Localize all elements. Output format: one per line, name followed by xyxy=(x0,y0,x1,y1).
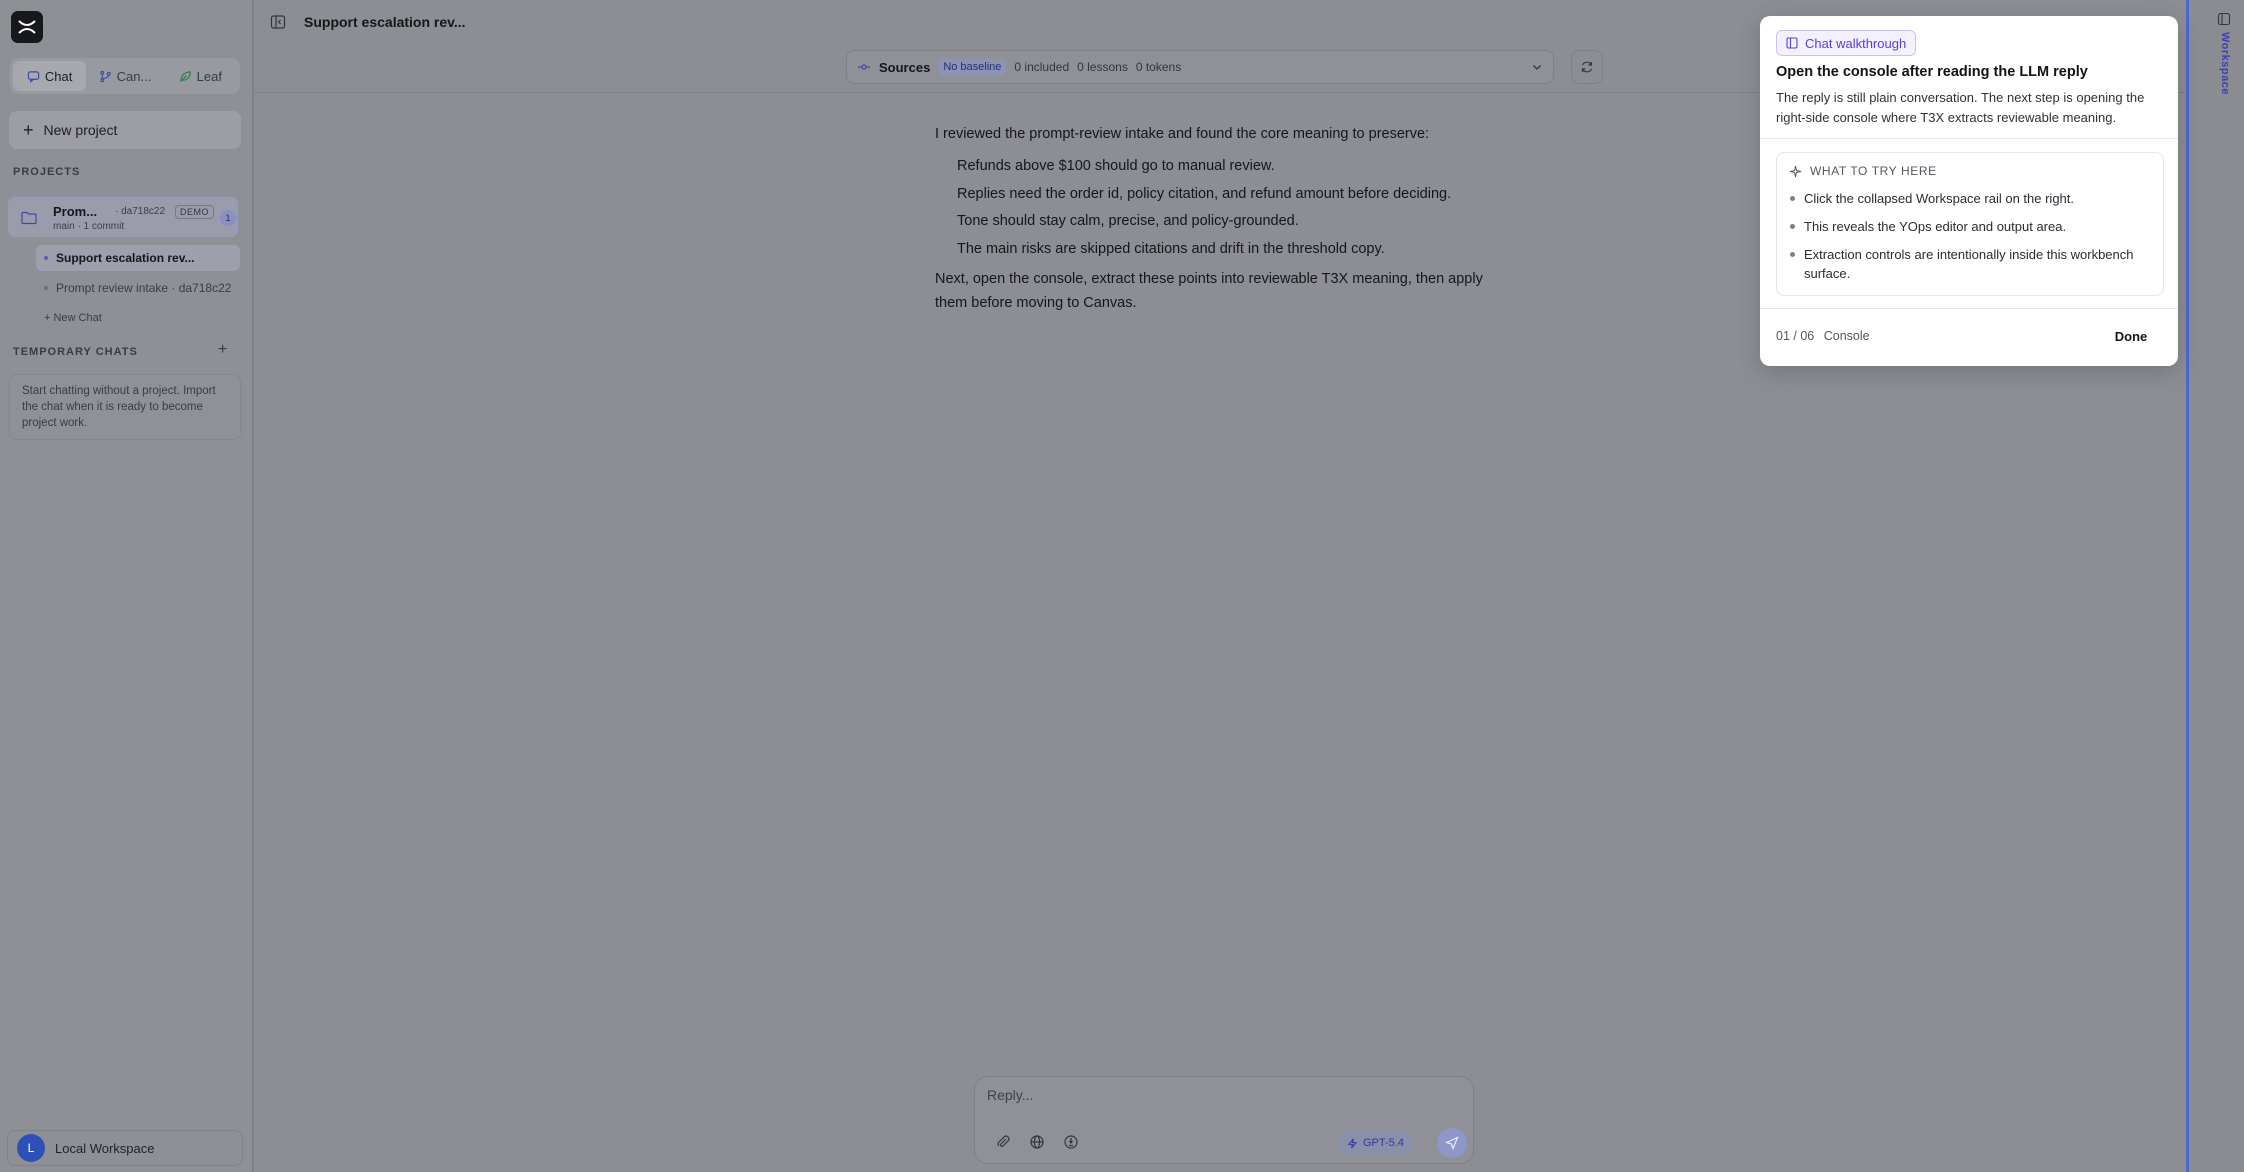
divider xyxy=(1760,308,2178,309)
tab-chat-label: Chat xyxy=(44,68,73,84)
workspace-rail-label: Workspace xyxy=(2219,32,2231,95)
bolt-icon xyxy=(1347,1138,1358,1148)
list-item: The main risks are skipped citations and… xyxy=(957,240,1385,257)
temporary-chats-heading: TEMPORARY CHATS xyxy=(13,346,138,358)
attach-button[interactable] xyxy=(989,1128,1017,1156)
try-here-heading-label: WHAT TO TRY HERE xyxy=(1810,164,1937,178)
paperclip-icon xyxy=(997,1135,1010,1148)
walkthrough-chip: Chat walkthrough xyxy=(1776,30,1917,56)
list-item: Tone should stay calm, precise, and poli… xyxy=(957,213,1299,229)
try-here-heading: WHAT TO TRY HERE xyxy=(1789,164,1937,178)
walkthrough-title: Open the console after reading the LLM r… xyxy=(1776,64,2088,80)
chat-bubble-icon xyxy=(27,70,40,83)
refresh-icon xyxy=(1581,61,1593,73)
folder-icon xyxy=(21,211,37,225)
composer: GPT-5.4 xyxy=(974,1076,1474,1164)
sidebar: Chat Can... Leaf + New project PROJECTS … xyxy=(0,0,254,1172)
tab-leaf[interactable]: Leaf xyxy=(164,61,237,91)
sources-bar[interactable]: Sources No baseline 0 included 0 lessons… xyxy=(846,50,1554,84)
project-branch-meta: main · 1 commit xyxy=(53,221,125,232)
temporary-chats-help: Start chatting without a project. Import… xyxy=(9,374,241,440)
assistant-message: I reviewed the prompt-review intake and … xyxy=(935,122,1495,323)
panel-right-icon[interactable] xyxy=(2217,12,2231,26)
project-count-badge: 1 xyxy=(220,210,236,226)
active-dot-icon xyxy=(44,256,48,260)
step-counter: 01 / 06 xyxy=(1776,329,1815,343)
reply-input[interactable] xyxy=(987,1087,1457,1103)
done-button[interactable]: Done xyxy=(2098,323,2164,349)
tab-canvas-label: Can... xyxy=(116,68,152,84)
new-chat-link[interactable]: + New Chat xyxy=(36,305,240,331)
divider xyxy=(1760,138,2178,139)
web-search-button[interactable] xyxy=(1023,1128,1051,1156)
refresh-sources-button[interactable] xyxy=(1571,50,1603,84)
new-project-label: New project xyxy=(43,122,118,138)
plus-icon: + xyxy=(23,120,34,140)
add-temporary-chat-button[interactable]: + xyxy=(218,341,227,359)
chat-item-support-escalation[interactable]: Support escalation rev... xyxy=(36,245,240,271)
baseline-badge: No baseline xyxy=(938,59,1007,75)
sources-lessons: 0 lessons xyxy=(1077,60,1128,74)
walkthrough-description: The reply is still plain conversation. T… xyxy=(1776,90,2145,125)
send-icon xyxy=(1445,1136,1459,1150)
avatar: L xyxy=(17,1134,45,1162)
tab-canvas[interactable]: Can... xyxy=(88,61,161,91)
message-outro: Next, open the console, extract these po… xyxy=(935,270,1483,311)
workspace-name: Local Workspace xyxy=(55,1140,155,1156)
project-hash: · da718c22 xyxy=(115,206,166,217)
send-button[interactable] xyxy=(1437,1128,1467,1158)
project-name: Prom... xyxy=(53,204,98,219)
tools-button[interactable] xyxy=(1057,1128,1085,1156)
chat-item-prompt-review[interactable]: Prompt review intake · da718c22 xyxy=(36,275,240,301)
list-item: Extraction controls are intentionally in… xyxy=(1789,245,2149,283)
model-name: GPT-5.4 xyxy=(1363,1137,1404,1149)
panel-left-icon xyxy=(270,15,286,29)
page-title: Support escalation rev... xyxy=(304,14,466,30)
mode-tabs: Chat Can... Leaf xyxy=(10,58,240,94)
tips-list: Click the collapsed Workspace rail on th… xyxy=(1789,189,2149,292)
sources-title: Sources xyxy=(879,59,931,75)
message-intro: I reviewed the prompt-review intake and … xyxy=(935,126,1430,142)
chevron-down-icon[interactable] xyxy=(1531,61,1543,73)
app-logo[interactable] xyxy=(11,11,43,43)
sparkle-icon xyxy=(1789,165,1802,177)
workspace-switcher[interactable]: L Local Workspace xyxy=(7,1130,243,1166)
projects-heading: PROJECTS xyxy=(13,166,81,178)
message-points: Refunds above $100 should go to manual r… xyxy=(957,154,1495,261)
walkthrough-step: 01 / 06 Console xyxy=(1776,329,1870,343)
list-item: Click the collapsed Workspace rail on th… xyxy=(1789,189,2149,208)
panel-icon xyxy=(1786,37,1798,49)
chat-item-label: Support escalation rev... xyxy=(56,251,195,265)
try-here-box: WHAT TO TRY HERE Click the collapsed Wor… xyxy=(1776,152,2164,296)
chat-item-label: Prompt review intake · da718c22 xyxy=(56,281,232,295)
sidebar-toggle-button[interactable] xyxy=(270,14,286,35)
sources-icon xyxy=(858,64,870,70)
workspace-rail[interactable]: Workspace xyxy=(2186,0,2244,1172)
new-project-button[interactable]: + New project xyxy=(9,111,241,149)
logo-icon xyxy=(18,20,36,34)
sources-included: 0 included xyxy=(1014,60,1070,74)
walkthrough-chip-label: Chat walkthrough xyxy=(1805,35,1907,51)
demo-badge: DEMO xyxy=(175,205,214,219)
tab-chat[interactable]: Chat xyxy=(13,61,87,91)
step-name: Console xyxy=(1823,329,1870,343)
branch-icon xyxy=(99,70,111,82)
leaf-icon xyxy=(179,70,191,82)
list-item: This reveals the YOps editor and output … xyxy=(1789,217,2149,236)
tab-leaf-label: Leaf xyxy=(196,68,222,84)
walkthrough-popover: Chat walkthrough Open the console after … xyxy=(1760,16,2178,366)
globe-icon xyxy=(1030,1135,1044,1149)
inactive-dot-icon xyxy=(44,286,48,290)
list-item: Refunds above $100 should go to manual r… xyxy=(957,158,1275,174)
lightbulb-icon xyxy=(1064,1135,1078,1149)
list-item: Replies need the order id, policy citati… xyxy=(957,185,1452,202)
project-card[interactable]: Prom... · da718c22 DEMO main · 1 commit … xyxy=(7,196,239,238)
sources-tokens: 0 tokens xyxy=(1135,60,1182,74)
model-selector[interactable]: GPT-5.4 xyxy=(1337,1130,1414,1156)
